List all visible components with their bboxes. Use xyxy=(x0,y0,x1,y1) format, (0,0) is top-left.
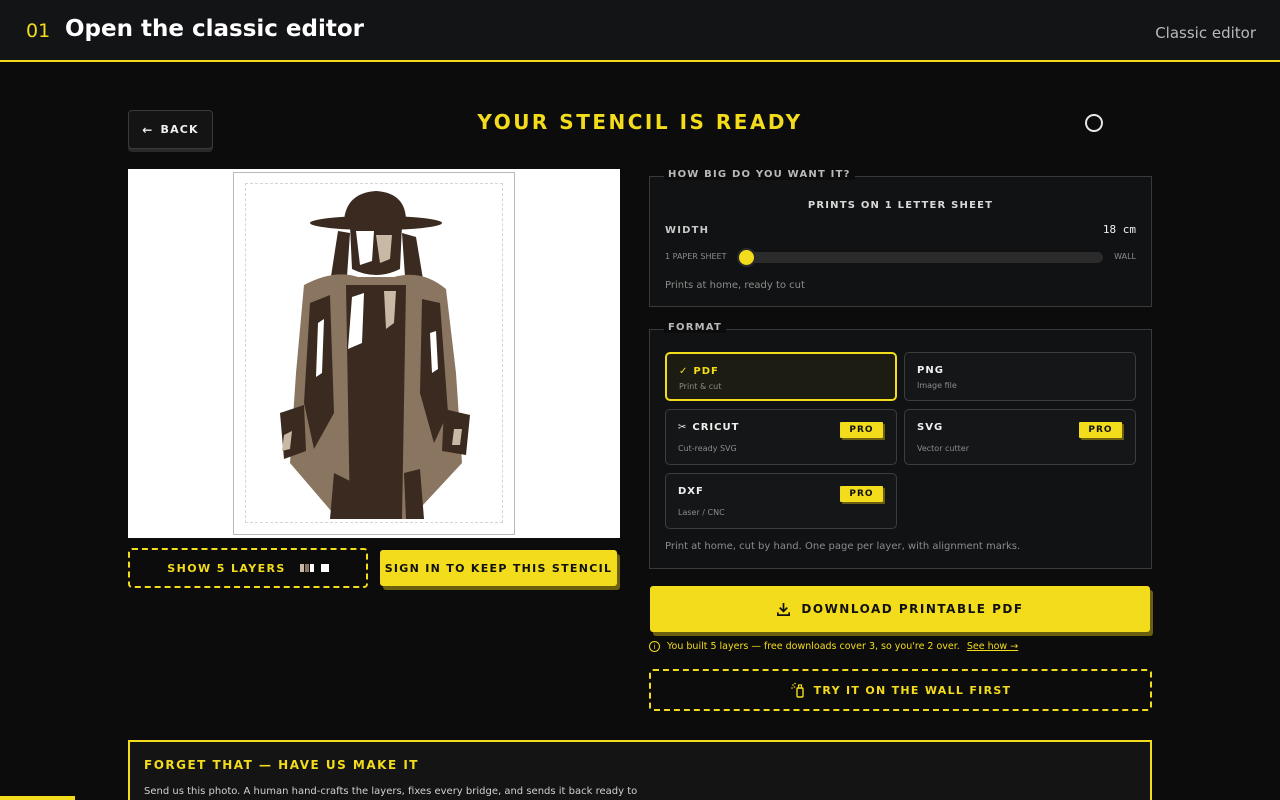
width-label: WIDTH xyxy=(665,225,710,236)
format-pdf-sub: Print & cut xyxy=(679,382,722,391)
progress-bar xyxy=(0,796,75,800)
stencil-figure-image xyxy=(280,191,470,519)
format-png-sub: Image file xyxy=(917,381,957,390)
step-number: 01 xyxy=(26,20,51,42)
make-it-for-me-card: FORGET THAT — HAVE US MAKE IT Send us th… xyxy=(128,740,1152,800)
paper-sheet xyxy=(233,172,515,535)
layer-limit-info: i You built 5 layers — free downloads co… xyxy=(649,641,1018,652)
format-cricut-name: CRICUT xyxy=(692,422,740,433)
stencil-preview xyxy=(128,169,620,538)
format-note: Print at home, cut by hand. One page per… xyxy=(665,541,1021,552)
scissors-icon: ✂ xyxy=(678,422,688,433)
try-on-wall-button[interactable]: TRY IT ON THE WALL FIRST xyxy=(649,669,1152,711)
format-svg-name: SVG xyxy=(917,422,944,433)
format-cricut-title: ✂ CRICUT xyxy=(678,422,739,433)
format-cricut-sub: Cut-ready SVG xyxy=(678,444,737,453)
size-section: HOW BIG DO YOU WANT IT? PRINTS ON 1 LETT… xyxy=(649,169,1152,307)
try-on-wall-label: TRY IT ON THE WALL FIRST xyxy=(813,683,1012,697)
size-legend: HOW BIG DO YOU WANT IT? xyxy=(664,169,855,180)
layer-swatches-icon xyxy=(299,564,329,572)
page-title: Open the classic editor xyxy=(65,16,364,42)
format-png-name: PNG xyxy=(917,365,944,376)
format-option-cricut[interactable]: ✂ CRICUT Cut-ready SVG PRO xyxy=(665,409,897,465)
circle-icon[interactable] xyxy=(1085,114,1103,132)
prints-on-label: PRINTS ON 1 LETTER SHEET xyxy=(807,200,994,211)
pro-badge: PRO xyxy=(840,422,883,438)
info-icon: i xyxy=(649,641,660,652)
sign-in-button[interactable]: SIGN IN TO KEEP THIS STENCIL xyxy=(380,550,617,586)
classic-editor-link[interactable]: Classic editor xyxy=(1155,24,1256,42)
slider-thumb[interactable] xyxy=(737,248,756,267)
slider-min-label: 1 PAPER SHEET xyxy=(665,252,727,261)
size-slider[interactable] xyxy=(737,248,1103,267)
download-button[interactable]: DOWNLOAD PRINTABLE PDF xyxy=(650,586,1150,632)
format-pdf-title: ✓ PDF xyxy=(679,366,719,377)
format-dxf-name: DXF xyxy=(678,486,704,497)
format-legend: FORMAT xyxy=(664,322,726,333)
check-icon: ✓ xyxy=(679,366,689,377)
format-svg-sub: Vector cutter xyxy=(917,444,969,453)
make-card-description: Send us this photo. A human hand-crafts … xyxy=(144,786,638,797)
pro-badge: PRO xyxy=(840,486,883,502)
show-layers-button[interactable]: SHOW 5 LAYERS xyxy=(128,548,368,588)
format-option-png[interactable]: PNG Image file xyxy=(904,352,1136,401)
format-dxf-sub: Laser / CNC xyxy=(678,508,725,517)
top-bar: 01 Open the classic editor Classic edito… xyxy=(0,0,1280,62)
pro-badge: PRO xyxy=(1079,422,1122,438)
format-option-dxf[interactable]: DXF Laser / CNC PRO xyxy=(665,473,897,529)
slider-max-label: WALL xyxy=(1114,252,1136,261)
download-icon xyxy=(777,602,791,616)
see-how-link[interactable]: See how → xyxy=(967,641,1018,652)
format-option-svg[interactable]: SVG Vector cutter PRO xyxy=(904,409,1136,465)
download-label: DOWNLOAD PRINTABLE PDF xyxy=(801,602,1024,616)
spray-can-icon xyxy=(790,682,804,698)
format-section: FORMAT ✓ PDF Print & cut PNG Image file … xyxy=(649,322,1152,569)
make-card-title: FORGET THAT — HAVE US MAKE IT xyxy=(144,758,419,772)
size-note: Prints at home, ready to cut xyxy=(665,280,805,291)
width-value: 18 cm xyxy=(1102,223,1136,236)
layer-limit-text: You built 5 layers — free downloads cove… xyxy=(667,641,960,652)
format-pdf-name: PDF xyxy=(693,366,719,377)
show-layers-label: SHOW 5 LAYERS xyxy=(167,561,286,575)
format-option-pdf[interactable]: ✓ PDF Print & cut xyxy=(665,352,897,401)
